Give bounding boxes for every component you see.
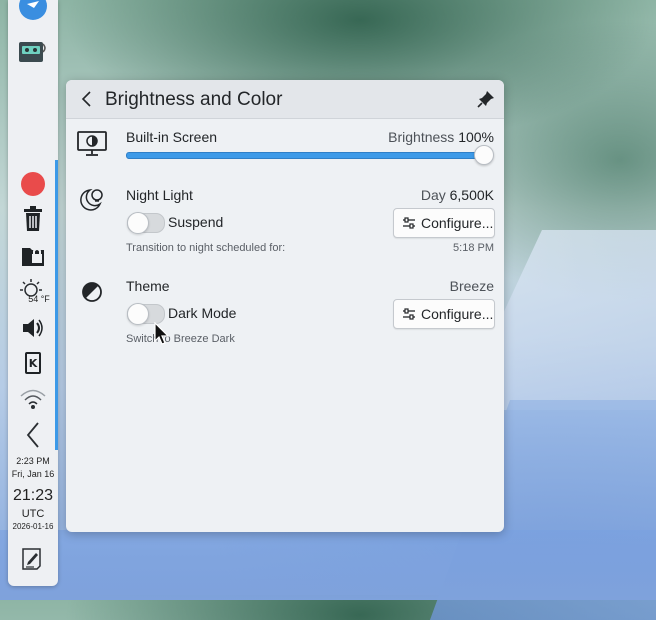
dark-mode-toggle[interactable] bbox=[127, 303, 165, 325]
record-icon[interactable] bbox=[8, 170, 58, 198]
screen-name: Built-in Screen bbox=[126, 129, 218, 145]
dark-mode-label[interactable]: Dark Mode bbox=[168, 305, 236, 321]
theme-configure-button[interactable]: Configure... bbox=[393, 299, 495, 329]
theme-hint: Switch to Breeze Dark bbox=[126, 333, 235, 345]
sliders-icon bbox=[402, 216, 416, 230]
brightness-readout: Brightness 100% bbox=[388, 129, 494, 145]
start-menu-icon[interactable] bbox=[8, 0, 58, 22]
cassette-player-icon[interactable] bbox=[8, 36, 58, 68]
back-button[interactable] bbox=[76, 88, 98, 110]
utc-date: 2026-01-16 bbox=[12, 522, 54, 531]
suspend-label[interactable]: Suspend bbox=[168, 214, 223, 230]
clock-date[interactable]: Fri, Jan 16 bbox=[8, 469, 58, 479]
theme-title: Theme bbox=[126, 278, 170, 294]
configure-label: Configure... bbox=[421, 306, 494, 322]
clock-time[interactable]: 2:23 PM bbox=[8, 456, 58, 466]
vault-lock-icon[interactable] bbox=[8, 241, 58, 269]
night-light-mode: Day bbox=[420, 187, 446, 203]
pin-button[interactable] bbox=[476, 89, 496, 109]
configure-label: Configure... bbox=[421, 215, 494, 231]
trash-icon[interactable] bbox=[8, 205, 58, 233]
brightness-value: 100% bbox=[458, 129, 494, 145]
chevron-left-icon[interactable] bbox=[8, 420, 58, 450]
wifi-icon[interactable] bbox=[8, 386, 58, 412]
night-light-configure-button[interactable]: Configure... bbox=[393, 208, 495, 238]
toggle-knob bbox=[127, 212, 149, 234]
utc-time[interactable]: 21:23 bbox=[8, 487, 58, 505]
transition-time: 5:18 PM bbox=[453, 242, 494, 254]
night-light-status: Day 6,500K bbox=[421, 187, 494, 203]
brightness-label: Brightness bbox=[388, 129, 455, 145]
volume-icon[interactable] bbox=[8, 314, 58, 342]
page-title: Brightness and Color bbox=[105, 89, 283, 110]
sliders-icon bbox=[402, 307, 416, 321]
theme-current: Breeze bbox=[449, 278, 494, 294]
night-light-title: Night Light bbox=[126, 187, 193, 203]
monitor-icon bbox=[76, 130, 108, 158]
night-light-temperature: 6,500K bbox=[449, 187, 494, 203]
weather-temperature: 54 °F bbox=[28, 294, 50, 304]
side-panel: 54 °F K 2:23 PM Fri, Jan 16 21:23 UTC 20… bbox=[8, 0, 58, 586]
mouse-cursor-icon bbox=[154, 321, 170, 346]
theme-icon bbox=[80, 280, 104, 304]
kde-connect-icon[interactable]: K bbox=[8, 350, 58, 376]
svg-text:K: K bbox=[29, 357, 38, 370]
brightness-slider-handle[interactable] bbox=[474, 145, 494, 165]
toggle-knob bbox=[127, 303, 149, 325]
wallpaper-shape bbox=[0, 530, 656, 600]
brightness-color-popup: Brightness and Color Built-in Screen Bri… bbox=[66, 80, 504, 532]
night-light-icon bbox=[78, 184, 108, 214]
notes-edit-icon[interactable] bbox=[8, 544, 58, 574]
brightness-slider[interactable] bbox=[126, 152, 486, 159]
popup-header: Brightness and Color bbox=[66, 80, 504, 119]
transition-text: Transition to night scheduled for: bbox=[126, 242, 286, 254]
suspend-toggle[interactable] bbox=[127, 212, 165, 234]
utc-label: UTC bbox=[21, 508, 45, 520]
